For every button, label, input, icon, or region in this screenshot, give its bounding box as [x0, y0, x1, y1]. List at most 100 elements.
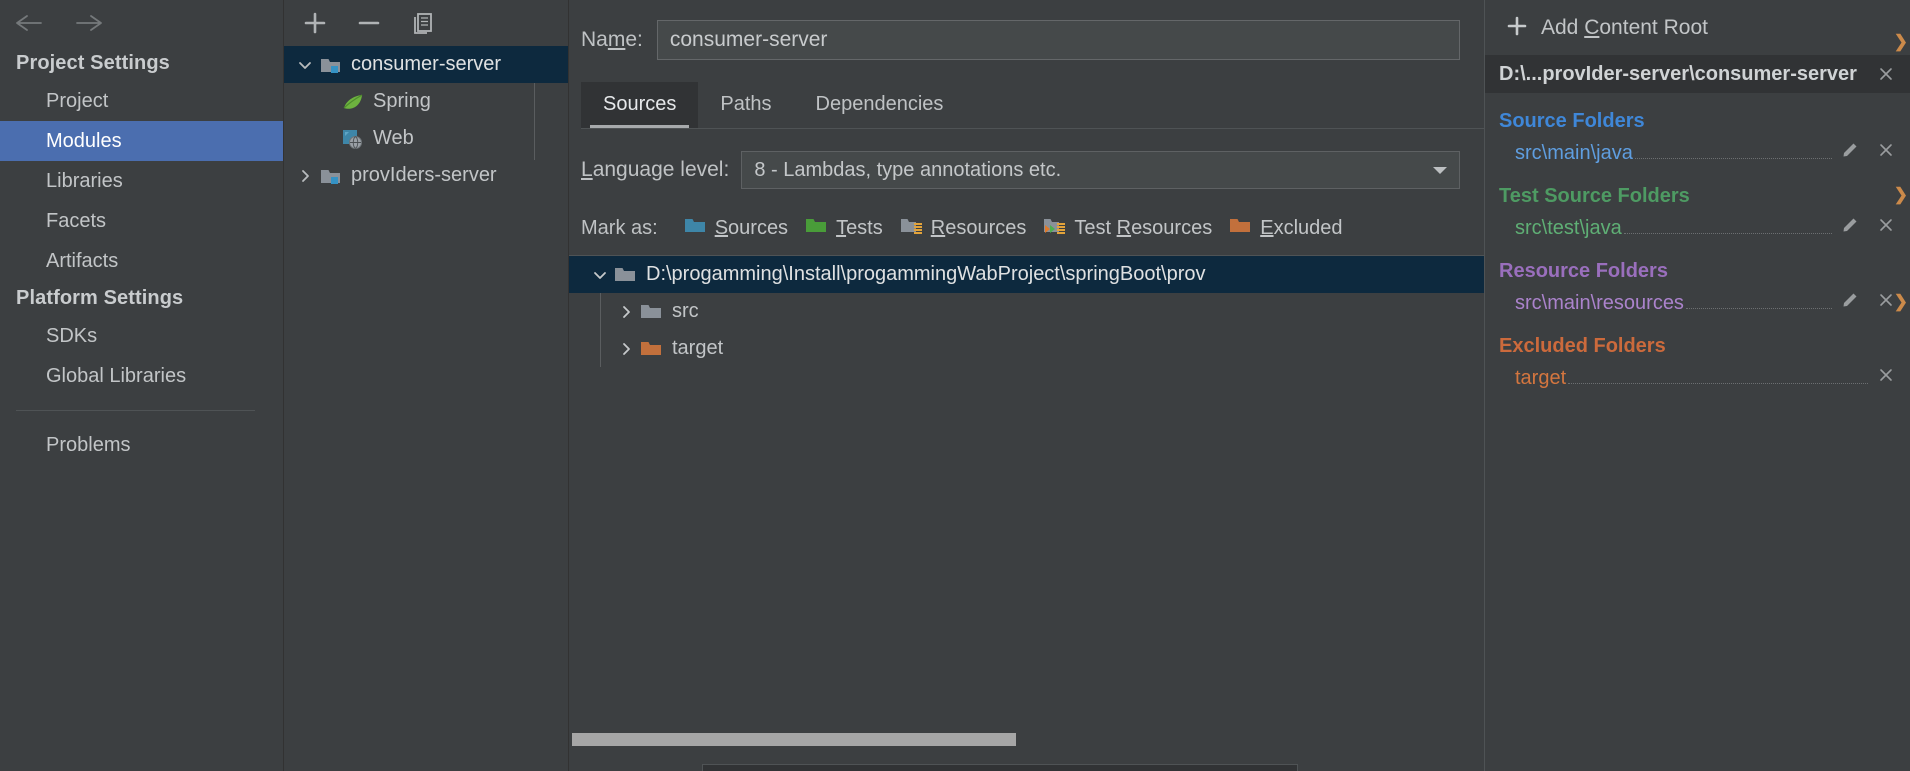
sidebar-item-sdks[interactable]: SDKs: [0, 316, 283, 356]
sidebar-divider: [16, 410, 255, 411]
folder-row[interactable]: src\main\java: [1499, 137, 1896, 168]
scrollbar-thumb[interactable]: [572, 733, 1016, 746]
module-tree-row-web[interactable]: Web: [284, 120, 568, 157]
chevron-right-icon[interactable]: ❯: [1894, 185, 1908, 205]
module-name-input[interactable]: consumer-server: [656, 20, 1460, 60]
sidebar-item-facets[interactable]: Facets: [0, 201, 283, 241]
sidebar-item-problems[interactable]: Problems: [0, 425, 283, 465]
row-actions: [1836, 215, 1896, 235]
facet-label: Web: [373, 127, 414, 149]
module-tree-row-consumer-server[interactable]: consumer-server: [284, 46, 568, 83]
module-tree-row-spring[interactable]: Spring: [284, 83, 568, 120]
mnemonic-char: L: [581, 158, 593, 181]
mark-as-sources-button[interactable]: Sources: [680, 213, 801, 244]
chevron-right-icon[interactable]: [292, 168, 318, 184]
folder-tests-icon: [805, 216, 829, 241]
content-root-path: D:\...provIder-server\consumer-server: [1499, 62, 1857, 85]
chevron-right-icon[interactable]: [613, 304, 639, 320]
folder-resources-icon: [900, 216, 924, 241]
module-name-row: Name: consumer-server: [569, 0, 1484, 60]
mark-as-resources-button[interactable]: Resources: [896, 213, 1040, 244]
chevron-down-icon[interactable]: [1431, 159, 1449, 182]
module-editor-panel: Name: consumer-server Sources Paths Depe…: [569, 0, 1484, 771]
sidebar-item-artifacts[interactable]: Artifacts: [0, 241, 283, 281]
details-scrollbar[interactable]: ❯ ❯ ❯: [1894, 0, 1910, 771]
close-icon[interactable]: [1876, 215, 1896, 235]
close-icon[interactable]: [1876, 365, 1896, 385]
language-level-value: 8 - Lambdas, type annotations etc.: [754, 158, 1062, 181]
module-label: provIders-server: [351, 164, 497, 186]
project-structure-dialog: Project Settings Project Modules Librari…: [0, 0, 1910, 771]
pencil-icon[interactable]: [1840, 215, 1860, 235]
forward-icon[interactable]: [74, 8, 104, 38]
sidebar-item-project[interactable]: Project: [0, 81, 283, 121]
sidebar-item-libraries[interactable]: Libraries: [0, 161, 283, 201]
section-resource-folders: Resource Folders src\main\resources: [1485, 243, 1910, 318]
mnemonic-char: R: [1116, 217, 1132, 239]
tab-dependencies[interactable]: Dependencies: [794, 82, 966, 128]
add-module-icon[interactable]: [298, 8, 332, 38]
close-icon[interactable]: [1876, 64, 1896, 84]
chevron-right-icon[interactable]: [613, 341, 639, 357]
section-title: Resource Folders: [1499, 260, 1668, 282]
chevron-down-icon[interactable]: [292, 57, 318, 73]
language-level-select[interactable]: 8 - Lambdas, type annotations etc.: [741, 151, 1460, 189]
folder-icon: [613, 265, 639, 284]
row-actions: [1836, 290, 1896, 310]
sidebar-toolbar: [0, 0, 283, 46]
pencil-icon[interactable]: [1840, 140, 1860, 160]
pencil-icon[interactable]: [1840, 290, 1860, 310]
section-source-folders: Source Folders src\main\java: [1485, 93, 1910, 168]
close-icon[interactable]: [1876, 140, 1896, 160]
folder-label: target: [672, 337, 724, 359]
folder-row[interactable]: src\test\java: [1499, 212, 1896, 243]
mark-as-toolbar: Mark as: Sources Tests Resources Test Re…: [569, 189, 1484, 244]
sidebar-group-project-settings: Project Settings: [16, 52, 170, 74]
modules-toolbar: [284, 0, 568, 46]
folder-path: src\main\resources: [1515, 292, 1684, 314]
module-name-label: Name:: [581, 28, 643, 51]
chevron-right-icon[interactable]: ❯: [1894, 32, 1908, 52]
remove-module-icon[interactable]: [352, 8, 386, 38]
modules-panel: consumer-server Spring Web provIders-ser…: [284, 0, 569, 771]
mnemonic-char: T: [836, 217, 847, 239]
folder-path: src\main\java: [1515, 142, 1633, 164]
add-content-root-button[interactable]: Add Content Root: [1485, 0, 1910, 55]
mark-as-excluded-button[interactable]: Excluded: [1225, 213, 1355, 244]
dotted-leader: [1685, 308, 1832, 309]
tab-sources[interactable]: Sources: [581, 82, 699, 128]
mark-as-tests-button[interactable]: Tests: [801, 213, 896, 244]
back-icon[interactable]: [14, 8, 44, 38]
folder-sources-icon: [684, 216, 708, 241]
horizontal-scrollbar[interactable]: [569, 733, 1484, 746]
folder-path: target: [1515, 367, 1567, 389]
row-actions: [1836, 140, 1896, 160]
web-facet-icon: [340, 128, 366, 150]
language-level-row: Language level: 8 - Lambdas, type annota…: [569, 129, 1484, 189]
tab-paths[interactable]: Paths: [698, 82, 793, 128]
content-tree-row-target[interactable]: target: [569, 330, 1484, 367]
content-root-row[interactable]: D:\progamming\Install\progammingWabProje…: [569, 256, 1484, 293]
copy-module-icon[interactable]: [406, 8, 440, 38]
folder-row[interactable]: src\main\resources: [1499, 287, 1896, 318]
folder-test-resources-icon: [1043, 216, 1067, 241]
sidebar-item-modules[interactable]: Modules: [0, 121, 283, 161]
language-level-label: Language level:: [581, 158, 730, 181]
mnemonic-char: R: [930, 217, 946, 239]
content-root-details-panel: Add Content Root D:\...provIder-server\c…: [1484, 0, 1910, 771]
content-tree-row-src[interactable]: src: [569, 293, 1484, 330]
row-actions: [1872, 365, 1896, 385]
dotted-leader: [1623, 233, 1832, 234]
sidebar-item-global-libraries[interactable]: Global Libraries: [0, 356, 283, 396]
module-tree-row-providers-server[interactable]: provIders-server: [284, 157, 568, 194]
tree-indent-guide: [600, 293, 601, 367]
bottom-panel-edge: [702, 764, 1298, 771]
dotted-leader: [1634, 158, 1832, 159]
chevron-right-icon[interactable]: ❯: [1894, 292, 1908, 312]
folder-row[interactable]: target: [1499, 362, 1896, 393]
settings-sidebar: Project Settings Project Modules Librari…: [0, 0, 284, 771]
mark-as-test-resources-button[interactable]: Test Resources: [1039, 213, 1225, 244]
module-label: consumer-server: [351, 53, 502, 75]
content-root-header[interactable]: D:\...provIder-server\consumer-server: [1485, 55, 1910, 93]
chevron-down-icon[interactable]: [587, 267, 613, 283]
